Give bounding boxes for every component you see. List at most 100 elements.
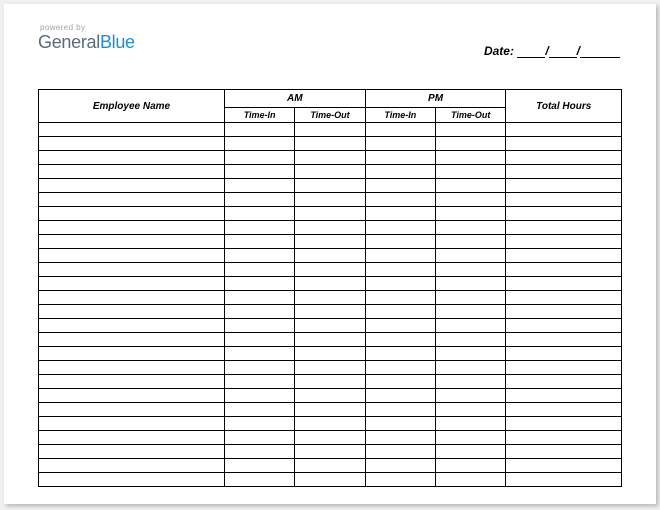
table-cell[interactable] <box>224 361 294 375</box>
table-cell[interactable] <box>224 277 294 291</box>
table-cell[interactable] <box>506 179 622 193</box>
table-cell[interactable] <box>39 221 225 235</box>
table-cell[interactable] <box>436 403 506 417</box>
table-cell[interactable] <box>436 123 506 137</box>
table-cell[interactable] <box>224 263 294 277</box>
table-cell[interactable] <box>506 123 622 137</box>
table-cell[interactable] <box>365 291 435 305</box>
table-cell[interactable] <box>295 305 365 319</box>
table-cell[interactable] <box>39 207 225 221</box>
table-cell[interactable] <box>365 445 435 459</box>
table-cell[interactable] <box>295 277 365 291</box>
table-cell[interactable] <box>224 417 294 431</box>
table-cell[interactable] <box>436 249 506 263</box>
table-cell[interactable] <box>365 389 435 403</box>
table-cell[interactable] <box>224 347 294 361</box>
table-cell[interactable] <box>39 431 225 445</box>
table-cell[interactable] <box>295 249 365 263</box>
table-cell[interactable] <box>506 221 622 235</box>
table-cell[interactable] <box>506 333 622 347</box>
table-cell[interactable] <box>436 179 506 193</box>
table-cell[interactable] <box>506 291 622 305</box>
table-cell[interactable] <box>506 375 622 389</box>
table-cell[interactable] <box>506 389 622 403</box>
table-cell[interactable] <box>506 235 622 249</box>
table-cell[interactable] <box>224 123 294 137</box>
table-cell[interactable] <box>365 361 435 375</box>
table-cell[interactable] <box>365 473 435 487</box>
table-cell[interactable] <box>365 431 435 445</box>
table-cell[interactable] <box>39 263 225 277</box>
table-cell[interactable] <box>365 319 435 333</box>
table-cell[interactable] <box>224 389 294 403</box>
table-cell[interactable] <box>506 151 622 165</box>
table-cell[interactable] <box>295 417 365 431</box>
table-cell[interactable] <box>295 361 365 375</box>
table-cell[interactable] <box>295 193 365 207</box>
table-cell[interactable] <box>39 179 225 193</box>
table-cell[interactable] <box>506 137 622 151</box>
table-cell[interactable] <box>295 389 365 403</box>
table-cell[interactable] <box>365 305 435 319</box>
table-cell[interactable] <box>39 375 225 389</box>
table-cell[interactable] <box>436 235 506 249</box>
table-cell[interactable] <box>436 193 506 207</box>
table-cell[interactable] <box>506 319 622 333</box>
table-cell[interactable] <box>436 319 506 333</box>
table-cell[interactable] <box>295 165 365 179</box>
table-cell[interactable] <box>436 445 506 459</box>
table-cell[interactable] <box>436 417 506 431</box>
table-cell[interactable] <box>39 361 225 375</box>
table-cell[interactable] <box>224 403 294 417</box>
table-cell[interactable] <box>436 347 506 361</box>
table-cell[interactable] <box>436 305 506 319</box>
table-cell[interactable] <box>506 193 622 207</box>
table-cell[interactable] <box>506 431 622 445</box>
table-cell[interactable] <box>224 193 294 207</box>
table-cell[interactable] <box>39 165 225 179</box>
table-cell[interactable] <box>224 179 294 193</box>
table-cell[interactable] <box>436 165 506 179</box>
table-cell[interactable] <box>295 403 365 417</box>
table-cell[interactable] <box>295 179 365 193</box>
table-cell[interactable] <box>365 263 435 277</box>
table-cell[interactable] <box>365 193 435 207</box>
table-cell[interactable] <box>365 123 435 137</box>
table-cell[interactable] <box>295 431 365 445</box>
table-cell[interactable] <box>39 473 225 487</box>
date-blank-day[interactable] <box>549 46 577 58</box>
table-cell[interactable] <box>295 473 365 487</box>
table-cell[interactable] <box>39 347 225 361</box>
table-cell[interactable] <box>224 431 294 445</box>
table-cell[interactable] <box>365 151 435 165</box>
table-cell[interactable] <box>39 193 225 207</box>
table-cell[interactable] <box>39 123 225 137</box>
table-cell[interactable] <box>365 277 435 291</box>
table-cell[interactable] <box>506 459 622 473</box>
table-cell[interactable] <box>365 235 435 249</box>
table-cell[interactable] <box>39 151 225 165</box>
table-cell[interactable] <box>39 403 225 417</box>
table-cell[interactable] <box>365 347 435 361</box>
table-cell[interactable] <box>506 305 622 319</box>
table-cell[interactable] <box>506 445 622 459</box>
table-cell[interactable] <box>365 459 435 473</box>
table-cell[interactable] <box>506 403 622 417</box>
table-cell[interactable] <box>224 207 294 221</box>
table-cell[interactable] <box>506 207 622 221</box>
table-cell[interactable] <box>506 249 622 263</box>
table-cell[interactable] <box>295 263 365 277</box>
table-cell[interactable] <box>436 431 506 445</box>
table-cell[interactable] <box>436 375 506 389</box>
table-cell[interactable] <box>436 263 506 277</box>
table-cell[interactable] <box>506 165 622 179</box>
table-cell[interactable] <box>365 137 435 151</box>
table-cell[interactable] <box>39 389 225 403</box>
table-cell[interactable] <box>39 249 225 263</box>
table-cell[interactable] <box>365 249 435 263</box>
table-cell[interactable] <box>39 137 225 151</box>
table-cell[interactable] <box>365 403 435 417</box>
table-cell[interactable] <box>39 445 225 459</box>
table-cell[interactable] <box>295 123 365 137</box>
table-cell[interactable] <box>436 361 506 375</box>
